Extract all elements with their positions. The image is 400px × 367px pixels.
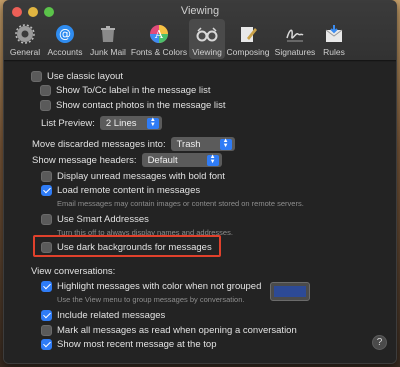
headers-row: Show message headers: Default ▲ ▼	[32, 153, 222, 167]
rules-icon	[323, 23, 345, 45]
accounts-icon: @	[54, 23, 76, 45]
tab-rules[interactable]: Rules	[319, 19, 349, 59]
use-classic-layout-checkbox[interactable]: Use classic layout	[31, 71, 123, 82]
include-related-checkbox[interactable]: Include related messages	[41, 310, 165, 321]
chevron-updown-icon: ▲ ▼	[146, 117, 159, 129]
highlight-hint: Use the View menu to group messages by c…	[57, 295, 245, 304]
list-preview-row: List Preview: 2 Lines ▲ ▼	[41, 116, 162, 130]
dark-backgrounds-checkbox[interactable]: Use dark backgrounds for messages	[41, 242, 212, 253]
checkbox[interactable]	[41, 185, 52, 196]
checkbox[interactable]	[41, 214, 52, 225]
general-icon	[14, 23, 36, 45]
view-conversations-heading: View conversations:	[31, 266, 116, 277]
viewing-icon	[196, 23, 218, 45]
bold-unread-checkbox[interactable]: Display unread messages with bold font	[41, 171, 225, 182]
checkbox[interactable]	[41, 339, 52, 350]
show-contact-photos-checkbox[interactable]: Show contact photos in the message list	[40, 100, 226, 111]
tab-signatures[interactable]: Signatures	[271, 19, 319, 59]
remote-content-hint: Email messages may contain images or con…	[57, 199, 304, 208]
checkbox[interactable]	[41, 242, 52, 253]
checkbox[interactable]	[31, 71, 42, 82]
discarded-label: Move discarded messages into:	[32, 138, 166, 150]
tab-viewing[interactable]: Viewing	[189, 19, 225, 59]
help-button[interactable]: ?	[372, 335, 387, 350]
composing-icon	[237, 23, 259, 45]
checkbox[interactable]	[40, 100, 51, 111]
viewing-pane: Use classic layout Show To/Cc label in t…	[4, 62, 396, 363]
chevron-updown-icon: ▲ ▼	[206, 154, 219, 166]
junk-mail-icon	[97, 23, 119, 45]
mark-all-read-checkbox[interactable]: Mark all messages as read when opening a…	[41, 325, 297, 336]
tab-junk-mail[interactable]: Junk Mail	[87, 19, 129, 59]
most-recent-top-checkbox[interactable]: Show most recent message at the top	[41, 339, 216, 350]
signatures-icon	[284, 23, 306, 45]
headers-label: Show message headers:	[32, 154, 137, 166]
highlight-color-well[interactable]	[270, 282, 310, 301]
window-title: Viewing	[180, 5, 220, 17]
load-remote-content-checkbox[interactable]: Load remote content in messages	[41, 185, 200, 196]
preferences-toolbar: General @ Accounts Junk Mail A Fonts & C…	[7, 19, 349, 59]
tab-accounts[interactable]: @ Accounts	[43, 19, 87, 59]
list-preview-label: List Preview:	[41, 117, 95, 129]
tab-composing[interactable]: Composing	[225, 19, 271, 59]
discarded-popup[interactable]: Trash ▲ ▼	[170, 137, 235, 151]
tab-fonts-colors[interactable]: A Fonts & Colors	[129, 19, 189, 59]
discarded-row: Move discarded messages into: Trash ▲ ▼	[32, 137, 235, 151]
preferences-window: Viewing General @ Accounts Junk Mail A F…	[3, 0, 397, 364]
tab-general[interactable]: General	[7, 19, 43, 59]
fonts-colors-icon: A	[148, 23, 170, 45]
checkbox[interactable]	[41, 281, 52, 292]
list-preview-popup[interactable]: 2 Lines ▲ ▼	[99, 116, 162, 130]
smart-addresses-checkbox[interactable]: Use Smart Addresses	[41, 214, 149, 225]
chevron-updown-icon: ▲ ▼	[219, 138, 232, 150]
highlight-color-checkbox[interactable]: Highlight messages with color when not g…	[41, 281, 261, 292]
title-bar: Viewing General @ Accounts Junk Mail A F…	[4, 1, 396, 61]
svg-text:A: A	[154, 28, 164, 41]
svg-text:@: @	[59, 27, 71, 41]
color-swatch	[274, 286, 306, 297]
checkbox[interactable]	[41, 325, 52, 336]
headers-popup[interactable]: Default ▲ ▼	[141, 153, 222, 167]
checkbox[interactable]	[41, 310, 52, 321]
checkbox[interactable]	[41, 171, 52, 182]
checkbox[interactable]	[40, 85, 51, 96]
show-tocc-checkbox[interactable]: Show To/Cc label in the message list	[40, 85, 211, 96]
